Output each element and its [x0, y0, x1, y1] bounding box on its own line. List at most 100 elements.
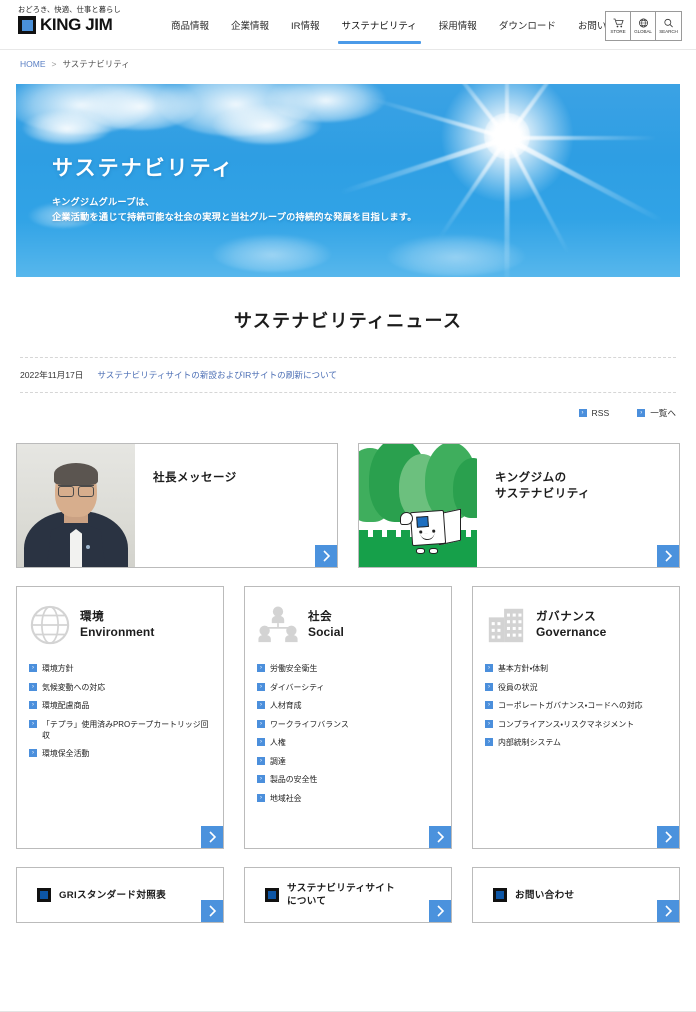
list-item[interactable]: › ダイバーシティ — [257, 682, 439, 693]
blue-square-arrow-icon: › — [29, 682, 37, 691]
list-item-label: 基本方針・体制 — [498, 664, 549, 673]
news-title-link[interactable]: サステナビリティサイトの新設およびIRサイトの刷新について — [97, 369, 337, 381]
blue-square-arrow-icon: › — [257, 682, 265, 691]
nav-item-corporate[interactable]: 企業情報 — [220, 0, 280, 50]
list-item[interactable]: › 地域社会 — [257, 793, 439, 804]
king-jim-square-logo-icon — [493, 888, 507, 902]
nav-item-ir[interactable]: IR情報 — [280, 0, 331, 50]
chevron-right-icon — [322, 550, 330, 562]
sun-icon — [484, 113, 531, 160]
blue-square-arrow-icon: › — [637, 409, 646, 417]
contact-label: お問い合わせ — [515, 889, 575, 901]
store-label: STORE — [610, 29, 626, 34]
list-item[interactable]: › 内部統制システム — [485, 737, 667, 748]
gri-standard-arrow-button[interactable] — [201, 900, 223, 922]
breadcrumb: HOME > サステナビリティ — [0, 50, 696, 78]
esg-column-environment[interactable]: 環境 Environment › 環境方針 › 気候変動への対応 › 環境配慮商品 ›… — [16, 586, 224, 849]
list-item[interactable]: › コンプライアンス・リスクマネジメント — [485, 719, 667, 730]
list-item[interactable]: › 基本方針・体制 — [485, 663, 667, 674]
blue-square-arrow-icon: › — [29, 719, 37, 728]
environment-arrow-button[interactable] — [201, 826, 223, 848]
list-item[interactable]: › 人材育成 — [257, 700, 439, 711]
list-item[interactable]: › 環境方針 — [29, 663, 211, 674]
social-arrow-button[interactable] — [429, 826, 451, 848]
king-jim-square-logo-icon — [18, 16, 36, 34]
logo-wordmark: KING JIM — [40, 15, 113, 34]
list-item-label: 人材育成 — [270, 701, 302, 710]
environment-title-ja: 環境 — [80, 611, 105, 623]
rss-label: RSS — [591, 408, 610, 418]
list-item-label: コーポレートガバナンス・コードへの対応 — [498, 701, 643, 710]
chevron-right-icon — [436, 831, 444, 843]
kingjim-sustainability-card[interactable]: キングジムの サステナビリティ — [358, 443, 680, 568]
social-header: 社会 Social — [257, 601, 439, 649]
kingjim-sustainability-title-line-1: キングジムの — [495, 472, 567, 484]
list-item-label: ダイバーシティ — [270, 682, 325, 692]
news-list-link[interactable]: › 一覧へ — [637, 407, 676, 419]
gri-standard-card[interactable]: GRIスタンダード対照表 — [16, 867, 224, 923]
governance-arrow-button[interactable] — [657, 826, 679, 848]
shopping-cart-icon — [613, 18, 624, 28]
blue-square-arrow-icon: › — [257, 756, 265, 765]
search-button[interactable]: SEARCH — [656, 12, 681, 40]
cloud-shape — [22, 110, 112, 144]
rss-link[interactable]: › RSS — [578, 407, 610, 419]
list-item[interactable]: › 役員の状況 — [485, 682, 667, 693]
nav-item-download[interactable]: ダウンロード — [488, 0, 567, 50]
president-message-arrow-button[interactable] — [315, 545, 337, 567]
social-titles: 社会 Social — [308, 610, 344, 640]
kingjim-sustainability-arrow-button[interactable] — [657, 545, 679, 567]
list-item-label: 環境方針 — [42, 664, 74, 673]
governance-title-ja: ガバナンス — [536, 611, 597, 623]
list-item[interactable]: › 製品の安全性 — [257, 774, 439, 785]
blue-square-arrow-icon: › — [29, 701, 37, 709]
social-link-list: › 労働安全衛生 › ダイバーシティ › 人材育成 › ワークライフバランス › 人権 ›… — [257, 663, 439, 804]
global-label: GLOBAL — [634, 29, 652, 34]
list-item[interactable]: › 「テプラ」使用済みPROテープカートリッジ回収 — [29, 719, 211, 741]
social-title-en: Social — [308, 625, 344, 639]
list-item-label: 環境保全活動 — [42, 749, 90, 758]
list-item[interactable]: › 労働安全衛生 — [257, 663, 439, 674]
store-button[interactable]: STORE — [606, 12, 631, 40]
esg-column-social[interactable]: 社会 Social › 労働安全衛生 › ダイバーシティ › 人材育成 › ワークライフ… — [244, 586, 452, 849]
chevron-right-icon — [208, 905, 216, 917]
people-network-icon — [258, 606, 298, 643]
list-item[interactable]: › 気候変動への対応 — [29, 682, 211, 693]
blue-square-arrow-icon: › — [485, 719, 493, 728]
esg-column-governance[interactable]: ガバナンス Governance › 基本方針・体制 › 役員の状況 › コーポレート… — [472, 586, 680, 849]
chevron-right-icon — [664, 550, 672, 562]
hero-banner: サステナビリティ キングジムグループは、 企業活動を通じて持続可能な社会の実現と… — [16, 84, 680, 277]
globe-grid-icon — [30, 605, 70, 645]
blue-square-arrow-icon: › — [485, 701, 493, 709]
blue-square-arrow-icon: › — [257, 793, 265, 802]
news-actions: › RSS › 一覧へ — [20, 407, 676, 419]
list-item[interactable]: › 調達 — [257, 756, 439, 767]
governance-titles: ガバナンス Governance — [536, 610, 606, 640]
site-logo[interactable]: おどろき、快適、仕事と暮らし KING JIM — [18, 5, 121, 34]
nav-item-sustainability[interactable]: サステナビリティ — [331, 0, 428, 50]
breadcrumb-current: サステナビリティ — [62, 59, 130, 69]
about-sustainability-site-card[interactable]: サステナビリティサイト について — [244, 867, 452, 923]
list-item[interactable]: › 環境配慮商品 — [29, 700, 211, 711]
sun-ray — [504, 138, 510, 277]
blue-square-arrow-icon: › — [257, 738, 265, 746]
list-item[interactable]: › ワークライフバランス — [257, 719, 439, 730]
about-sustainability-site-arrow-button[interactable] — [429, 900, 451, 922]
global-button[interactable]: GLOBAL — [631, 12, 656, 40]
list-item[interactable]: › 人権 — [257, 737, 439, 748]
gri-standard-label: GRIスタンダード対照表 — [59, 889, 166, 901]
office-building-icon — [488, 608, 524, 643]
president-message-card[interactable]: 社長メッセージ — [16, 443, 338, 568]
nav-item-recruit[interactable]: 採用情報 — [428, 0, 488, 50]
list-item[interactable]: › コーポレートガバナンス・コードへの対応 — [485, 700, 667, 711]
environment-header: 環境 Environment — [29, 601, 211, 649]
nav-item-products[interactable]: 商品情報 — [160, 0, 220, 50]
list-item[interactable]: › 環境保全活動 — [29, 748, 211, 759]
contact-card[interactable]: お問い合わせ — [472, 867, 680, 923]
feature-cards: 社長メッセージ キングジムの サステナビリティ — [16, 443, 680, 568]
contact-arrow-button[interactable] — [657, 900, 679, 922]
blue-square-arrow-icon: › — [257, 775, 265, 783]
breadcrumb-home-link[interactable]: HOME — [20, 59, 46, 69]
blue-square-arrow-icon: › — [257, 701, 265, 709]
list-item-label: 気候変動への対応 — [42, 682, 106, 692]
